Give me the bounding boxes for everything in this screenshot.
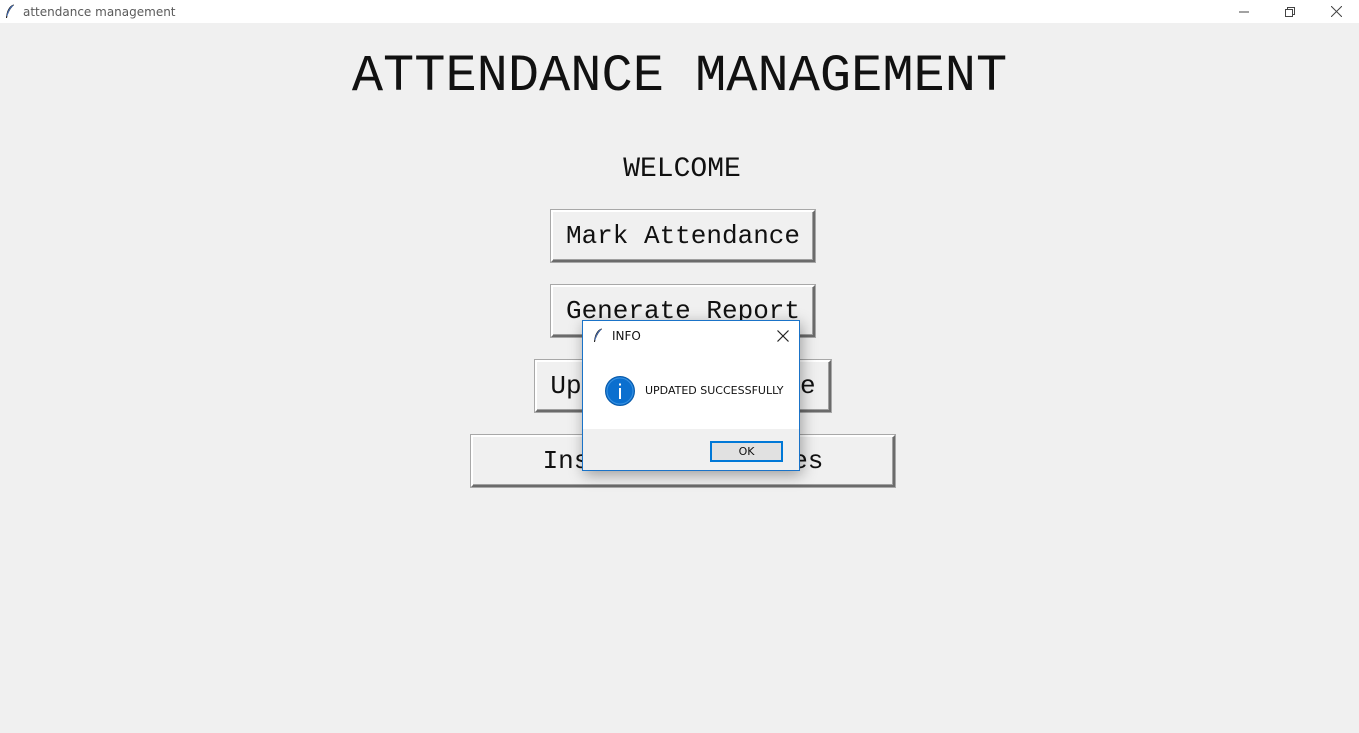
close-icon: [1330, 6, 1342, 17]
dialog-title-bar[interactable]: INFO: [583, 321, 799, 350]
welcome-label: WELCOME: [623, 154, 741, 185]
dialog-close-button[interactable]: [771, 324, 795, 348]
close-button[interactable]: [1313, 0, 1359, 23]
dialog-body: UPDATED SUCCESSFULLY: [583, 350, 799, 429]
title-bar[interactable]: attendance management: [0, 0, 1359, 23]
dialog-message: UPDATED SUCCESSFULLY: [645, 384, 784, 397]
window-controls: [1221, 0, 1359, 23]
close-icon: [777, 330, 789, 342]
app-window: attendance management ATTENDANCE MANAGEM…: [0, 0, 1359, 733]
dialog-title: INFO: [612, 328, 641, 343]
mark-attendance-button[interactable]: Mark Attendance: [551, 210, 815, 262]
window-title: attendance management: [23, 4, 176, 19]
page-title: ATTENDANCE MANAGEMENT: [351, 47, 1008, 106]
info-icon: [605, 376, 635, 406]
feather-icon: [3, 4, 17, 20]
restore-icon: [1285, 6, 1295, 17]
minimize-icon: [1239, 11, 1249, 12]
info-dialog: INFO UPDATED SUCCESSFULLY OK: [582, 320, 800, 471]
ok-button[interactable]: OK: [710, 441, 783, 462]
feather-icon: [592, 328, 604, 344]
minimize-button[interactable]: [1221, 0, 1267, 23]
dialog-footer: OK: [583, 429, 799, 470]
restore-button[interactable]: [1267, 0, 1313, 23]
